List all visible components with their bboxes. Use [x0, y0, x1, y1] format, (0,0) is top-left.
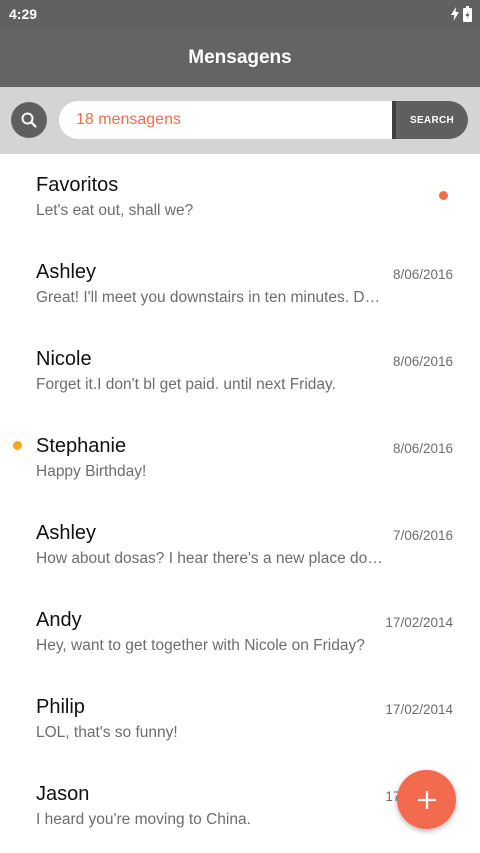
message-sender: Ashley [36, 261, 97, 283]
message-date: 8/06/2016 [392, 267, 453, 282]
message-sender: Ashley [36, 522, 97, 544]
message-preview: LOL, that's so funny! [36, 724, 178, 741]
message-row[interactable]: Philip LOL, that's so funny! 17/02/2014 [0, 676, 480, 763]
unread-indicator [439, 191, 448, 200]
search-icon [21, 112, 37, 128]
search-button[interactable]: SEARCH [396, 101, 468, 139]
message-date: 8/06/2016 [392, 441, 453, 456]
message-sender: Jason [36, 783, 90, 805]
message-date: 8/06/2016 [392, 354, 453, 369]
charging-bolt-icon [451, 7, 459, 21]
status-bar: 4:29 [0, 0, 480, 28]
app-bar: Mensagens [0, 28, 480, 87]
message-row[interactable]: Stephanie Happy Birthday! 8/06/2016 [0, 415, 480, 502]
page-title: Mensagens [188, 47, 292, 68]
search-toggle-button[interactable] [11, 102, 47, 138]
message-date: 17/02/2014 [385, 702, 453, 717]
message-preview: Hey, want to get together with Nicole on… [36, 637, 365, 654]
search-input[interactable] [59, 101, 406, 139]
search-box: SEARCH [59, 101, 468, 139]
new-message-button[interactable] [397, 770, 456, 829]
message-sender: Favoritos [36, 174, 119, 196]
message-preview: I heard you're moving to China. [36, 811, 251, 828]
plus-icon [417, 790, 436, 809]
message-row[interactable]: Ashley How about dosas? I hear there's a … [0, 502, 480, 589]
status-time: 4:29 [9, 6, 38, 22]
message-row[interactable]: Andy Hey, want to get together with Nicol… [0, 589, 480, 676]
message-row[interactable]: Ashley Great! I'll meet you downstairs in… [0, 241, 480, 328]
message-row[interactable]: Favoritos Let's eat out, shall we? [0, 154, 480, 241]
message-date: 17/02/2014 [385, 615, 453, 630]
message-list: Favoritos Let's eat out, shall we? Ashley G… [0, 154, 480, 850]
message-preview: Forget it.I don't bl get paid. until nex… [36, 376, 336, 393]
message-preview: Let's eat out, shall we? [36, 202, 194, 219]
message-sender: Andy [36, 609, 82, 631]
message-preview: Happy Birthday! [36, 463, 147, 480]
battery-icon [463, 6, 472, 22]
message-preview: Great! I'll meet you downstairs in ten m… [36, 289, 388, 306]
message-row[interactable]: Nicole Forget it.I don't bl get paid. unt… [0, 328, 480, 415]
search-strip: SEARCH [0, 87, 480, 154]
new-message-indicator [13, 441, 22, 450]
message-sender: Stephanie [36, 435, 127, 457]
message-preview: How about dosas? I hear there's a new pl… [36, 550, 388, 567]
message-sender: Nicole [36, 348, 92, 370]
message-sender: Philip [36, 696, 85, 718]
status-icons [451, 5, 472, 23]
message-date: 7/06/2016 [392, 528, 453, 543]
